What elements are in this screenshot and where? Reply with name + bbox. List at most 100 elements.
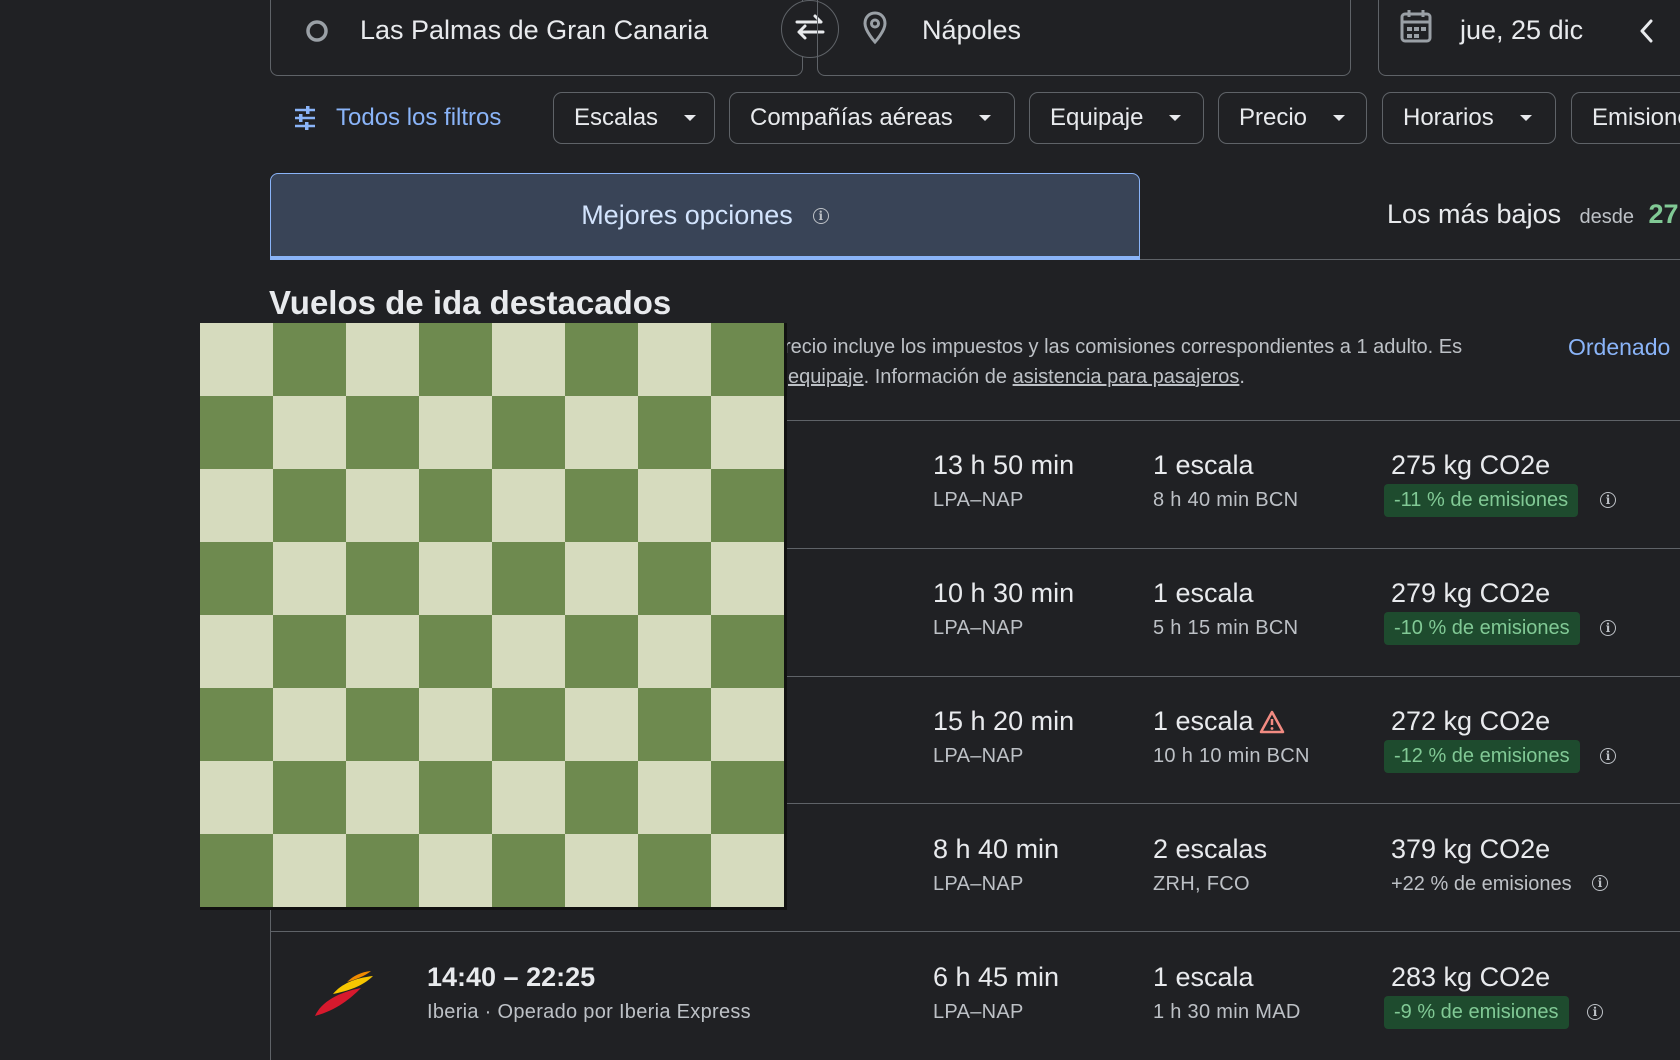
- flight-stop-detail: 1 h 30 min MAD: [1153, 1001, 1301, 1023]
- checker-square: [638, 688, 711, 761]
- checker-square: [200, 469, 273, 542]
- section-title: Vuelos de ida destacados: [269, 284, 672, 321]
- tab-best-options[interactable]: Mejores opciones i: [270, 173, 1140, 260]
- emissions-text: +22 % de emisiones: [1391, 873, 1572, 895]
- calendar-icon: [1399, 8, 1433, 49]
- flight-airline: Iberia · Operado por Iberia Express: [427, 1001, 751, 1023]
- checkerboard-overlay: [200, 323, 787, 910]
- info-icon[interactable]: i: [1592, 875, 1608, 891]
- checker-square: [273, 615, 346, 688]
- emissions-badge: -11 % de emisiones: [1384, 484, 1579, 517]
- info-icon[interactable]: i: [1587, 1004, 1603, 1020]
- checker-square: [565, 688, 638, 761]
- checker-square: [346, 688, 419, 761]
- checker-square: [565, 542, 638, 615]
- row-divider: [270, 931, 1680, 932]
- flight-stop-detail: 8 h 40 min BCN: [1153, 489, 1299, 511]
- chevron-left-icon[interactable]: [1637, 17, 1657, 50]
- circle-icon: [305, 19, 329, 48]
- price-notice-line2: equipaje. Información de asistencia para…: [788, 366, 1245, 389]
- checker-square: [565, 615, 638, 688]
- filter-baggage[interactable]: Equipaje: [1029, 92, 1204, 144]
- flight-stops: 1 escala: [1153, 706, 1254, 736]
- checker-square: [711, 834, 784, 907]
- info-icon[interactable]: i: [812, 207, 829, 224]
- checker-square: [273, 688, 346, 761]
- checker-square: [565, 469, 638, 542]
- checker-square: [638, 834, 711, 907]
- checker-square: [273, 323, 346, 396]
- flight-co2: 379 kg CO2e: [1391, 834, 1551, 864]
- filter-price[interactable]: Precio: [1218, 92, 1367, 144]
- info-icon[interactable]: i: [1600, 620, 1616, 636]
- checker-square: [419, 761, 492, 834]
- flight-duration: 10 h 30 min: [933, 578, 1075, 608]
- caret-down-icon: [1169, 115, 1182, 121]
- date-value: jue, 25 dic: [1460, 15, 1584, 45]
- destination-field[interactable]: Nápoles: [817, 0, 1351, 76]
- iberia-logo: [311, 968, 375, 1023]
- flight-co2: 279 kg CO2e: [1391, 578, 1551, 608]
- notice-text: . Información de: [863, 366, 1013, 388]
- all-filters-button[interactable]: Todos los filtros: [292, 92, 501, 144]
- passenger-assistance-link[interactable]: asistencia para pasajeros: [1013, 366, 1240, 388]
- location-pin-icon: [862, 11, 888, 50]
- flight-route: LPA–NAP: [933, 873, 1024, 895]
- checker-square: [200, 323, 273, 396]
- flight-duration: 15 h 20 min: [933, 706, 1075, 736]
- baggage-link[interactable]: equipaje: [788, 366, 864, 388]
- caret-down-icon: [1333, 115, 1346, 121]
- tab-lowest-label: Los más bajos: [1387, 199, 1562, 229]
- flight-route: LPA–NAP: [933, 489, 1024, 511]
- origin-field[interactable]: Las Palmas de Gran Canaria: [270, 0, 803, 76]
- checker-square: [638, 761, 711, 834]
- checker-square: [419, 469, 492, 542]
- checker-square: [638, 542, 711, 615]
- tab-lowest[interactable]: Los más bajos desde 27: [1387, 199, 1679, 230]
- checker-square: [273, 761, 346, 834]
- flight-duration: 6 h 45 min: [933, 962, 1060, 992]
- checker-square: [273, 834, 346, 907]
- flight-stop-detail: 5 h 15 min BCN: [1153, 617, 1299, 639]
- origin-value: Las Palmas de Gran Canaria: [360, 15, 709, 45]
- checker-square: [638, 615, 711, 688]
- chip-label: Escalas: [574, 104, 659, 131]
- filter-emissions[interactable]: Emisiones: [1571, 92, 1680, 144]
- tab-divider: [1140, 259, 1680, 260]
- checker-square: [492, 688, 565, 761]
- emissions-badge: -9 % de emisiones: [1384, 996, 1569, 1029]
- tab-best-label: Mejores opciones: [581, 200, 793, 230]
- checker-square: [711, 469, 784, 542]
- sort-button[interactable]: Ordenado: [1568, 334, 1670, 361]
- caret-down-icon: [684, 115, 697, 121]
- date-field[interactable]: jue, 25 dic: [1378, 0, 1680, 76]
- caret-down-icon: [1519, 115, 1532, 121]
- checker-square: [565, 323, 638, 396]
- info-icon[interactable]: i: [1600, 492, 1616, 508]
- flight-duration: 13 h 50 min: [933, 450, 1075, 480]
- checker-square: [200, 542, 273, 615]
- checker-square: [492, 396, 565, 469]
- flight-stops: 1 escala: [1153, 962, 1254, 992]
- checker-square: [492, 834, 565, 907]
- filter-airlines[interactable]: Compañías aéreas: [729, 92, 1015, 144]
- checker-square: [273, 396, 346, 469]
- destination-value: Nápoles: [922, 15, 1022, 45]
- checker-square: [711, 396, 784, 469]
- filter-stops[interactable]: Escalas: [553, 92, 715, 144]
- checker-square: [565, 761, 638, 834]
- checker-square: [711, 688, 784, 761]
- caret-down-icon: [978, 115, 991, 121]
- checker-square: [200, 761, 273, 834]
- warning-triangle-icon[interactable]: [1259, 710, 1285, 739]
- all-filters-label: Todos los filtros: [336, 104, 502, 131]
- notice-text: .: [1239, 366, 1245, 388]
- info-icon[interactable]: i: [1600, 748, 1616, 764]
- checker-square: [346, 834, 419, 907]
- checker-square: [200, 688, 273, 761]
- filter-times[interactable]: Horarios: [1382, 92, 1556, 144]
- tab-lowest-price: 27: [1648, 199, 1679, 229]
- checker-square: [346, 615, 419, 688]
- checker-square: [273, 469, 346, 542]
- tab-lowest-from: desde: [1579, 206, 1635, 228]
